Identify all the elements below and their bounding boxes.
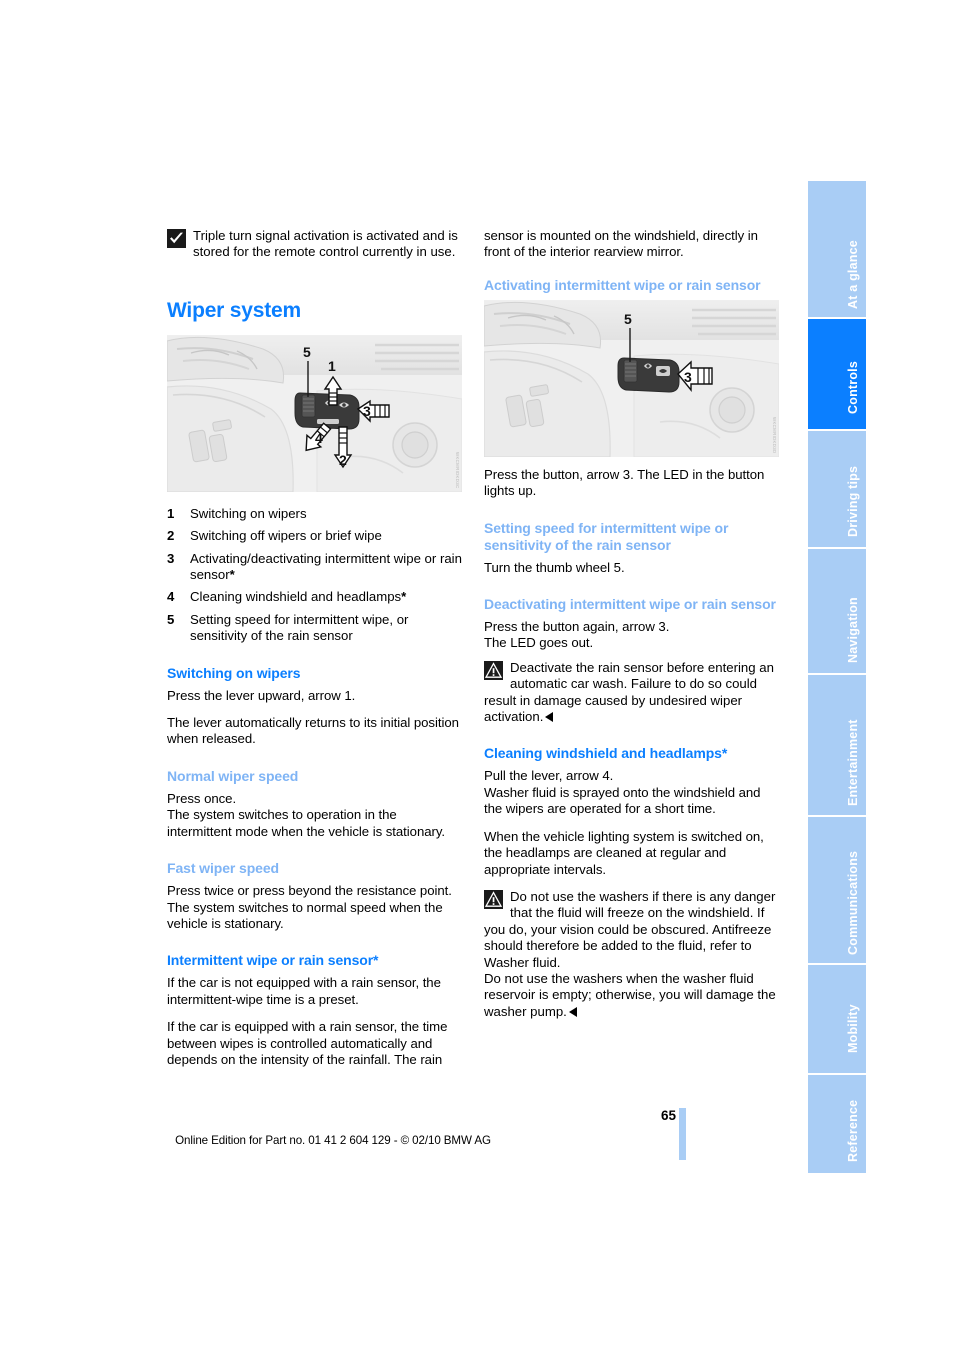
legend-item: 3 Activating/deactivating intermittent w… xyxy=(167,551,462,584)
check-box-icon xyxy=(167,229,186,248)
sidebar-tab-label: Reference xyxy=(846,1099,860,1162)
paragraph-turn-thumb-wheel: Turn the thumb wheel 5. xyxy=(484,559,625,575)
figure-reference-code: WKCMRIDKD3D xyxy=(772,417,777,454)
paragraph-no-rain-sensor: If the car is not equipped with a rain s… xyxy=(167,975,441,1007)
page-title: Wiper system xyxy=(167,298,301,322)
sidebar-tab-at-a-glance[interactable]: At a glance xyxy=(808,181,866,317)
legend-item: 1 Switching on wipers xyxy=(167,506,462,522)
section-tab-strip: At a glance Controls Driving tips Naviga… xyxy=(808,181,866,1173)
heading-setting-speed: Setting speed for intermittent wipe or s… xyxy=(484,519,729,553)
heading-switching-on-wipers: Switching on wipers xyxy=(167,664,301,681)
sidebar-tab-entertainment[interactable]: Entertainment xyxy=(808,675,866,815)
legend-item: 4 Cleaning windshield and headlamps* xyxy=(167,589,462,605)
end-of-notice-marker xyxy=(545,712,554,723)
legend-number: 1 xyxy=(167,505,175,521)
paragraph-with-rain-sensor: If the car is equipped with a rain senso… xyxy=(167,1019,448,1067)
paragraph-normal-speed: Press once. The system switches to opera… xyxy=(167,790,446,839)
sidebar-tab-mobility[interactable]: Mobility xyxy=(808,965,866,1073)
figure-legend-list: 1 Switching on wipers 2 Switching off wi… xyxy=(167,506,462,645)
svg-text:3: 3 xyxy=(684,369,692,385)
paragraph-fast-speed: Press twice or press beyond the resistan… xyxy=(167,883,452,931)
legend-number: 5 xyxy=(167,611,175,627)
legend-number: 4 xyxy=(167,589,175,605)
heading-fast-wiper-speed: Fast wiper speed xyxy=(167,860,279,877)
sidebar-tab-label: Controls xyxy=(846,361,860,414)
sidebar-tab-label: Communications xyxy=(846,850,860,955)
legend-label: Switching on wipers xyxy=(190,505,307,521)
paragraph-sensor-location: sensor is mounted on the windshield, dir… xyxy=(484,228,758,260)
figure-illustration: 5 3 xyxy=(484,299,779,457)
warning-washer-freeze: Do not use the washers if there is any d… xyxy=(484,889,779,1020)
sidebar-tab-label: At a glance xyxy=(846,240,860,309)
heading-cleaning-windshield-headlamps: Cleaning windshield and headlamps* xyxy=(484,745,728,762)
footer-edition-text: Online Edition for Part no. 01 41 2 604 … xyxy=(175,1134,491,1147)
legend-number: 2 xyxy=(167,528,175,544)
intro-note-text: Triple turn signal activation is activat… xyxy=(193,228,458,260)
heading-activating-intermittent-wipe: Activating intermittent wipe or rain sen… xyxy=(484,276,761,293)
svg-text:2: 2 xyxy=(339,452,347,468)
paragraph-press-button-led-off: Press the button again, arrow 3. The LED… xyxy=(484,619,670,651)
sidebar-tab-communications[interactable]: Communications xyxy=(808,817,866,963)
warning-triangle-icon xyxy=(484,889,503,909)
intro-note: Triple turn signal activation is activat… xyxy=(167,228,462,261)
page-number: 65 xyxy=(660,1108,676,1123)
warning-triangle-icon xyxy=(484,660,503,680)
end-of-notice-marker xyxy=(568,1006,577,1017)
sidebar-tab-navigation[interactable]: Navigation xyxy=(808,549,866,673)
figure-wiper-lever-overview: 5 1 3 2 4 WKCMRIDKD3C xyxy=(167,334,462,492)
sidebar-tab-controls[interactable]: Controls xyxy=(808,319,866,429)
paragraph-lever-returns: The lever automatically returns to its i… xyxy=(167,715,459,747)
svg-text:5: 5 xyxy=(303,344,311,360)
warning-rain-sensor-car-wash: Deactivate the rain sensor before enteri… xyxy=(484,660,779,726)
sidebar-tab-label: Mobility xyxy=(846,1004,860,1053)
heading-normal-wiper-speed: Normal wiper speed xyxy=(167,767,299,784)
option-asterisk: * xyxy=(229,567,235,583)
warning-text: Deactivate the rain sensor before enteri… xyxy=(484,659,774,725)
svg-text:4: 4 xyxy=(315,430,323,446)
figure-wiper-lever-button: 5 3 WKCMRIDKD3D xyxy=(484,299,779,457)
figure-reference-code: WKCMRIDKD3C xyxy=(455,452,460,489)
paragraph-headlamp-cleaning: When the vehicle lighting system is swit… xyxy=(484,828,764,877)
sidebar-tab-reference[interactable]: Reference xyxy=(808,1075,866,1173)
figure-illustration: 5 1 3 2 4 xyxy=(167,334,462,492)
legend-label: Switching off wipers or brief wipe xyxy=(190,528,382,544)
paragraph-press-button-led-on: Press the button, arrow 3. The LED in th… xyxy=(484,466,765,499)
right-column: sensor is mounted on the windshield, dir… xyxy=(484,228,779,1031)
legend-label: Setting speed for intermittent wipe, or … xyxy=(190,611,409,644)
legend-label: Cleaning windshield and headlamps xyxy=(190,589,402,605)
svg-text:3: 3 xyxy=(363,403,371,419)
option-asterisk: * xyxy=(401,589,407,605)
left-column: Triple turn signal activation is activat… xyxy=(167,228,462,1079)
heading-deactivating-intermittent-wipe: Deactivating intermittent wipe or rain s… xyxy=(484,596,776,613)
sidebar-tab-label: Entertainment xyxy=(846,719,860,806)
heading-intermittent-wipe-rain-sensor: Intermittent wipe or rain sensor* xyxy=(167,952,379,969)
paragraph-pull-lever-washer: Pull the lever, arrow 4. Washer fluid is… xyxy=(484,768,761,817)
legend-item: 5 Setting speed for intermittent wipe, o… xyxy=(167,612,462,645)
paragraph-press-lever-up: Press the lever upward, arrow 1. xyxy=(167,687,356,703)
warning-text: Do not use the washers if there is any d… xyxy=(484,888,776,1019)
svg-text:1: 1 xyxy=(328,358,336,374)
legend-number: 3 xyxy=(167,550,175,566)
legend-item: 2 Switching off wipers or brief wipe xyxy=(167,528,462,544)
sidebar-tab-driving-tips[interactable]: Driving tips xyxy=(808,431,866,547)
sidebar-tab-label: Navigation xyxy=(846,597,860,663)
sidebar-tab-label: Driving tips xyxy=(846,465,860,537)
page-number-accent-bar xyxy=(679,1108,686,1160)
manual-page: At a glance Controls Driving tips Naviga… xyxy=(0,0,954,1350)
svg-text:5: 5 xyxy=(624,311,632,327)
